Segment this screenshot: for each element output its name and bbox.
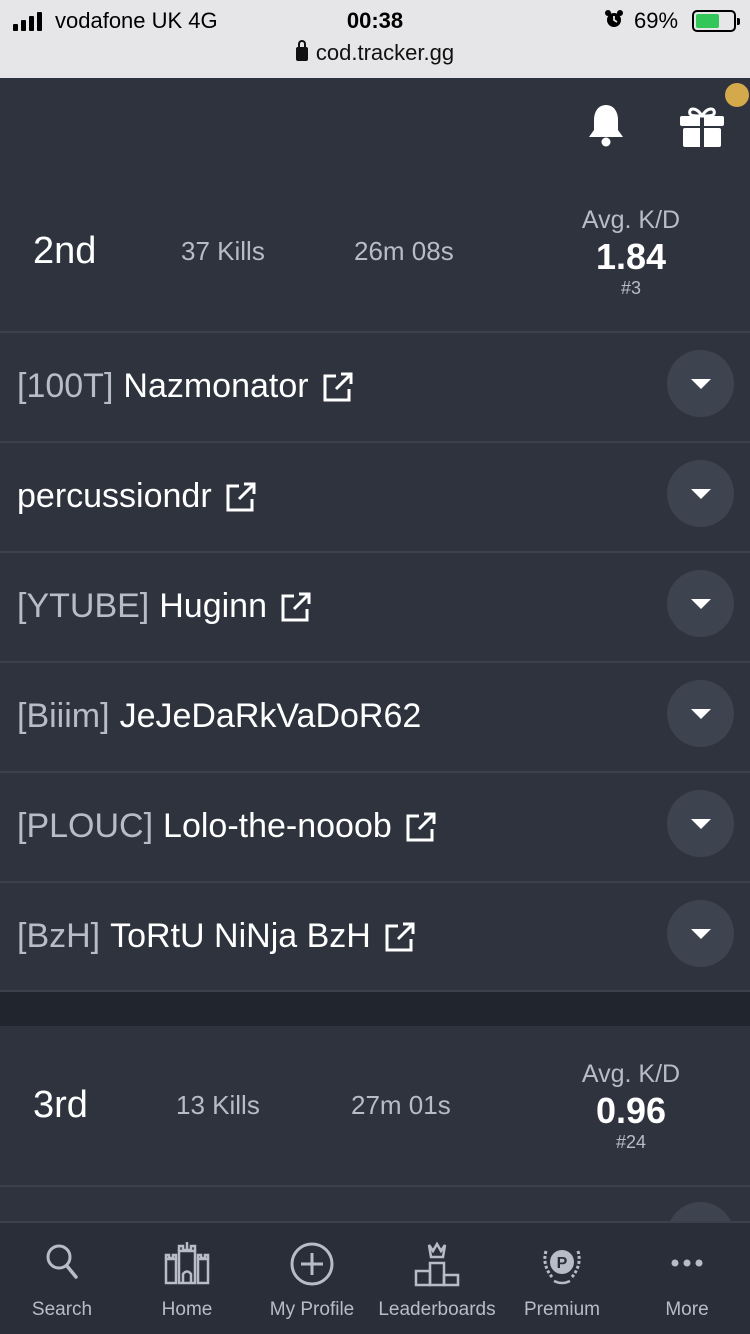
svg-text:P: P <box>557 1255 568 1272</box>
nav-more[interactable]: More <box>637 1223 737 1334</box>
kills-count: 37 Kills <box>181 236 265 266</box>
player-row[interactable]: [BzH] ToRtU NiNja BzH <box>0 881 750 991</box>
chevron-down-icon <box>690 488 711 499</box>
clan-tag: [BzH] <box>17 917 101 955</box>
kd-value: 1.84 <box>595 236 667 277</box>
player-name: percussiondr <box>17 477 258 516</box>
external-link-icon[interactable] <box>404 810 438 844</box>
gamertag[interactable]: ToRtU NiNja BzH <box>110 917 371 956</box>
section-separator <box>0 992 750 1026</box>
player-name: [PLOUC] Lolo-the-nooob <box>17 807 438 846</box>
nav-label: My Profile <box>269 1299 355 1320</box>
kills-count: 13 Kills <box>176 1090 260 1120</box>
notification-dot <box>725 83 749 107</box>
battery-icon <box>692 10 740 32</box>
chevron-down-icon <box>690 928 711 939</box>
nav-label: Search <box>31 1299 93 1320</box>
gamertag[interactable]: Huginn <box>159 587 267 626</box>
chevron-down-icon <box>690 708 711 719</box>
chevron-down-icon <box>690 818 711 829</box>
gamertag[interactable]: percussiondr <box>17 477 212 516</box>
placement: 2nd <box>33 230 97 272</box>
battery-percent: 69% <box>634 8 679 33</box>
notification-bell-icon[interactable] <box>586 102 626 148</box>
kd-label: Avg. K/D <box>581 206 681 234</box>
clan-tag: [PLOUC] <box>17 807 154 845</box>
nav-premium[interactable]: P Premium <box>512 1223 612 1334</box>
more-dots-icon <box>671 1259 703 1267</box>
expand-toggle-button[interactable] <box>667 900 734 967</box>
nav-label: Premium <box>523 1299 600 1320</box>
clan-tag: [Biiim] <box>17 697 110 735</box>
nav-home[interactable]: Home <box>137 1223 237 1334</box>
status-bar: vodafone UK 4G 00:38 69% cod.tracker.gg <box>0 0 750 78</box>
expand-toggle-button[interactable] <box>667 790 734 857</box>
gamertag[interactable]: Nazmonator <box>123 367 308 406</box>
player-row[interactable]: [100T] Nazmonator <box>0 331 750 441</box>
external-link-icon[interactable] <box>383 920 417 954</box>
gamertag[interactable]: JeJeDaRkVaDoR62 <box>120 697 422 736</box>
kd-rank: #3 <box>620 278 642 298</box>
alarm-icon <box>605 10 623 27</box>
nav-label: More <box>665 1299 709 1320</box>
player-name: [YTUBE] Huginn <box>17 587 313 626</box>
premium-badge-icon: P <box>543 1250 581 1285</box>
kd-rank: #24 <box>615 1132 647 1152</box>
clan-tag: [YTUBE] <box>17 587 150 625</box>
kd-label: Avg. K/D <box>581 1060 681 1088</box>
gift-icon[interactable] <box>678 104 726 148</box>
player-row[interactable]: [PLOUC] Lolo-the-nooob <box>0 771 750 881</box>
match-duration: 27m 01s <box>351 1090 451 1120</box>
nav-search[interactable]: Search <box>12 1223 112 1334</box>
nav-leaderboards[interactable]: Leaderboards <box>372 1223 502 1334</box>
gamertag[interactable]: Lolo-the-nooob <box>163 807 392 846</box>
player-row[interactable]: percussiondr <box>0 441 750 551</box>
chevron-down-icon <box>690 378 711 389</box>
kd-value: 0.96 <box>595 1090 667 1131</box>
nav-label: Home <box>161 1299 213 1320</box>
castle-icon <box>164 1242 210 1285</box>
plus-circle-icon <box>290 1242 334 1286</box>
player-name: [BzH] ToRtU NiNja BzH <box>17 917 417 956</box>
match-duration: 26m 08s <box>354 236 454 266</box>
external-link-icon[interactable] <box>321 370 355 404</box>
external-link-icon[interactable] <box>279 590 313 624</box>
search-icon <box>46 1244 78 1279</box>
lock-icon <box>295 40 308 61</box>
placement: 3rd <box>33 1084 88 1126</box>
url-text: cod.tracker.gg <box>315 40 455 65</box>
expand-toggle-button[interactable] <box>667 460 734 527</box>
player-name: [Biiim] JeJeDaRkVaDoR62 <box>17 697 421 736</box>
expand-toggle-button[interactable] <box>667 680 734 747</box>
player-name: [100T] Nazmonator <box>17 367 355 406</box>
player-row[interactable]: [Biiim] JeJeDaRkVaDoR62 <box>0 661 750 771</box>
expand-toggle-button[interactable] <box>667 570 734 637</box>
podium-icon <box>414 1241 460 1287</box>
match-summary-2nd[interactable]: 2nd 37 Kills 26m 08s Avg. K/D 1.84 #3 <box>0 172 750 332</box>
address-bar[interactable]: cod.tracker.gg <box>0 40 750 66</box>
external-link-icon[interactable] <box>224 480 258 514</box>
match-summary-3rd[interactable]: 3rd 13 Kills 27m 01s Avg. K/D 0.96 #24 <box>0 1026 750 1186</box>
player-row[interactable]: [YTUBE] Huginn <box>0 551 750 661</box>
chevron-down-icon <box>690 598 711 609</box>
bottom-navigation: Search Home My Profile Leaderboards P Pr… <box>0 1221 750 1334</box>
expand-toggle-button[interactable] <box>667 350 734 417</box>
nav-my-profile[interactable]: My Profile <box>262 1223 362 1334</box>
clan-tag: [100T] <box>17 367 114 405</box>
nav-label: Leaderboards <box>378 1299 496 1320</box>
